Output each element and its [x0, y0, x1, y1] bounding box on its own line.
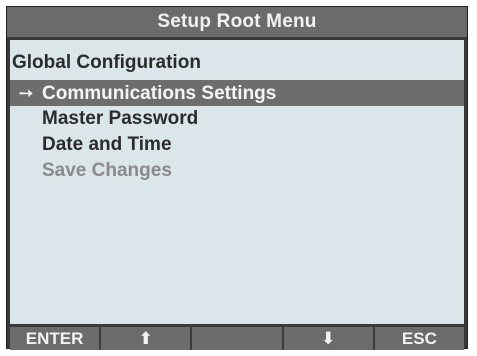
menu-item-label: Communications Settings: [42, 83, 277, 104]
menu-item-label: Master Password: [42, 108, 199, 129]
enter-softkey[interactable]: ENTER: [10, 327, 100, 350]
down-arrow-icon[interactable]: ⬇: [283, 327, 373, 350]
page-title: Setup Root Menu: [157, 11, 317, 32]
esc-softkey[interactable]: ESC: [374, 327, 465, 350]
menu-item-label: Save Changes: [42, 160, 172, 181]
menu-item-communications-settings[interactable]: ➙ Communications Settings: [10, 80, 464, 106]
up-arrow-icon[interactable]: ⬆: [101, 327, 191, 350]
section-heading: Global Configuration: [12, 52, 201, 73]
blank-softkey[interactable]: [192, 327, 282, 350]
title-bar: Setup Root Menu: [7, 7, 467, 37]
right-arrow-icon: ➙: [18, 83, 34, 103]
menu-item-label: Date and Time: [42, 134, 172, 155]
softkey-bar: ENTER ⬆ ⬇ ESC: [10, 327, 465, 350]
menu-item-date-and-time[interactable]: Date and Time: [10, 132, 464, 158]
menu-item-master-password[interactable]: Master Password: [10, 106, 464, 132]
menu-item-save-changes[interactable]: Save Changes: [10, 158, 464, 184]
menu-list: ➙ Communications Settings Master Password…: [10, 80, 464, 184]
